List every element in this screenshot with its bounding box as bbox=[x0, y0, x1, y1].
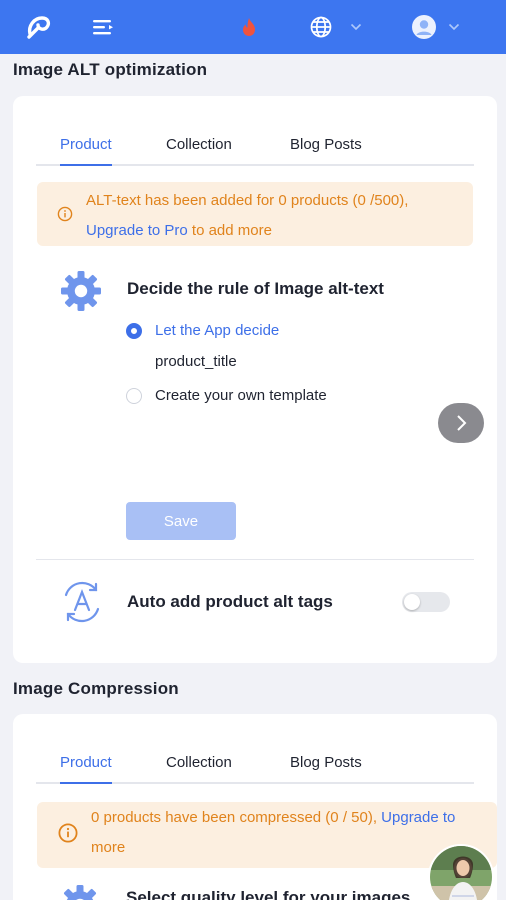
tab-collection[interactable]: Collection bbox=[166, 124, 232, 164]
option-create-template[interactable]: Create your own template bbox=[126, 387, 327, 404]
compression-notice-text: 0 products have been compressed (0 / 50)… bbox=[91, 809, 377, 826]
alt-rule-header: Decide the rule of Image alt-text bbox=[59, 270, 479, 311]
divider bbox=[36, 559, 474, 560]
tab-product[interactable]: Product bbox=[60, 124, 112, 166]
save-button[interactable]: Save bbox=[126, 502, 236, 540]
radio-button[interactable] bbox=[126, 387, 142, 404]
app-logo-icon[interactable] bbox=[20, 0, 58, 54]
tab-blog-posts[interactable]: Blog Posts bbox=[290, 742, 362, 782]
option-label: Create your own template bbox=[155, 387, 327, 404]
upgrade-to-pro-link[interactable]: Upgrade to Pro bbox=[86, 222, 188, 239]
menu-icon[interactable] bbox=[88, 0, 118, 54]
auto-text-icon bbox=[59, 580, 105, 629]
compression-tabs: Product Collection Blog Posts bbox=[36, 742, 474, 784]
top-navigation-bar bbox=[0, 0, 506, 54]
auto-alt-tags-toggle[interactable] bbox=[402, 592, 450, 612]
next-arrow-button[interactable] bbox=[438, 403, 484, 443]
alt-limit-notice: ALT-text has been added for 0 products (… bbox=[37, 182, 473, 246]
toggle-knob bbox=[404, 594, 420, 610]
tab-collection[interactable]: Collection bbox=[166, 742, 232, 782]
compression-card: Product Collection Blog Posts 0 products… bbox=[13, 714, 497, 900]
upgrade-link[interactable]: Upgrade to bbox=[381, 809, 455, 826]
alt-optimization-card: Product Collection Blog Posts ALT-text h… bbox=[13, 96, 497, 663]
tab-product[interactable]: Product bbox=[60, 742, 112, 784]
option-let-app-decide[interactable]: Let the App decide bbox=[126, 322, 279, 339]
compression-section-title: Image Compression bbox=[13, 679, 179, 698]
alt-tabs: Product Collection Blog Posts bbox=[36, 124, 474, 166]
chevron-down-icon[interactable] bbox=[446, 0, 462, 54]
compression-limit-notice: 0 products have been compressed (0 / 50)… bbox=[37, 802, 497, 868]
globe-icon[interactable] bbox=[306, 0, 336, 54]
alt-section-title: Image ALT optimization bbox=[13, 60, 208, 79]
info-icon bbox=[55, 204, 75, 224]
template-value: product_title bbox=[155, 353, 237, 370]
rule-title: Decide the rule of Image alt-text bbox=[127, 279, 384, 298]
alt-notice-suffix: to add more bbox=[191, 222, 272, 239]
gear-icon bbox=[59, 270, 103, 317]
chevron-down-icon[interactable] bbox=[348, 0, 364, 54]
auto-alt-tags-row: Auto add product alt tags bbox=[59, 580, 479, 624]
radio-button-checked[interactable] bbox=[126, 322, 142, 339]
tab-blog-posts[interactable]: Blog Posts bbox=[290, 124, 362, 164]
alt-notice-text: ALT-text has been added for 0 products (… bbox=[86, 192, 409, 209]
user-avatar-icon[interactable] bbox=[410, 0, 438, 54]
fire-icon[interactable] bbox=[236, 0, 262, 54]
quality-level-title: Select quality level for your images bbox=[126, 888, 411, 900]
gear-icon bbox=[58, 884, 102, 900]
option-label: Let the App decide bbox=[155, 322, 280, 339]
auto-alt-tags-label: Auto add product alt tags bbox=[127, 592, 333, 611]
info-icon bbox=[57, 822, 79, 844]
